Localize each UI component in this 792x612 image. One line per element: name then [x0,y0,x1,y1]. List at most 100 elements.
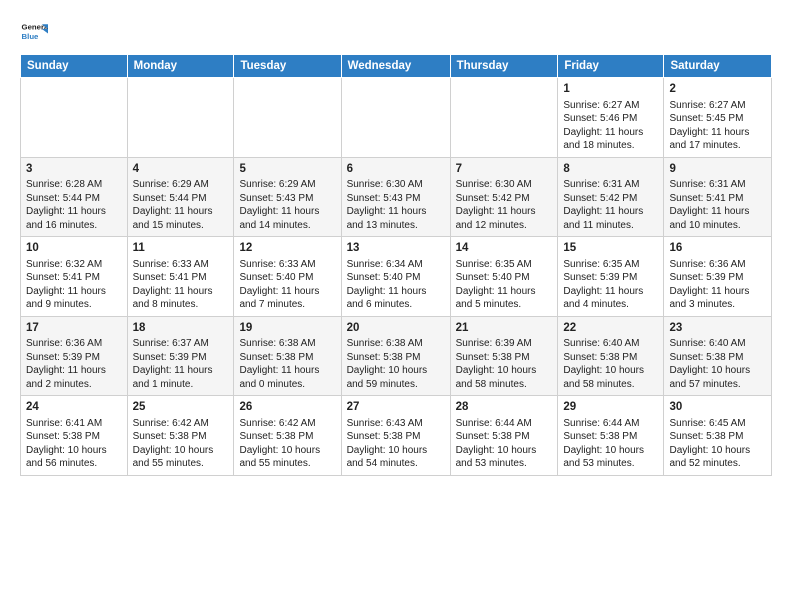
day-info: Sunrise: 6:36 AM Sunset: 5:39 PM Dayligh… [26,337,122,391]
day-info: Sunrise: 6:44 AM Sunset: 5:38 PM Dayligh… [563,417,658,471]
calendar-cell: 14Sunrise: 6:35 AM Sunset: 5:40 PM Dayli… [450,237,558,317]
svg-text:Blue: Blue [22,32,40,41]
day-number: 20 [347,321,445,337]
calendar-cell: 19Sunrise: 6:38 AM Sunset: 5:38 PM Dayli… [234,316,341,396]
day-number: 10 [26,241,122,257]
day-info: Sunrise: 6:33 AM Sunset: 5:40 PM Dayligh… [239,258,335,312]
day-number: 26 [239,400,335,416]
day-info: Sunrise: 6:42 AM Sunset: 5:38 PM Dayligh… [239,417,335,471]
dow-header: Monday [127,55,234,78]
calendar-cell [450,78,558,158]
calendar-cell: 26Sunrise: 6:42 AM Sunset: 5:38 PM Dayli… [234,396,341,476]
day-info: Sunrise: 6:27 AM Sunset: 5:46 PM Dayligh… [563,99,658,153]
day-number: 21 [456,321,553,337]
calendar-cell: 1Sunrise: 6:27 AM Sunset: 5:46 PM Daylig… [558,78,664,158]
day-number: 29 [563,400,658,416]
day-info: Sunrise: 6:34 AM Sunset: 5:40 PM Dayligh… [347,258,445,312]
calendar-cell: 25Sunrise: 6:42 AM Sunset: 5:38 PM Dayli… [127,396,234,476]
calendar-cell: 27Sunrise: 6:43 AM Sunset: 5:38 PM Dayli… [341,396,450,476]
day-number: 18 [133,321,229,337]
day-info: Sunrise: 6:29 AM Sunset: 5:44 PM Dayligh… [133,178,229,232]
calendar-cell: 2Sunrise: 6:27 AM Sunset: 5:45 PM Daylig… [664,78,772,158]
logo: General Blue [20,18,51,46]
day-number: 19 [239,321,335,337]
day-number: 17 [26,321,122,337]
day-info: Sunrise: 6:43 AM Sunset: 5:38 PM Dayligh… [347,417,445,471]
dow-header: Wednesday [341,55,450,78]
calendar-cell: 9Sunrise: 6:31 AM Sunset: 5:41 PM Daylig… [664,157,772,237]
day-info: Sunrise: 6:45 AM Sunset: 5:38 PM Dayligh… [669,417,766,471]
day-number: 6 [347,162,445,178]
calendar-cell: 22Sunrise: 6:40 AM Sunset: 5:38 PM Dayli… [558,316,664,396]
calendar-table: SundayMondayTuesdayWednesdayThursdayFrid… [20,54,772,476]
calendar-cell: 4Sunrise: 6:29 AM Sunset: 5:44 PM Daylig… [127,157,234,237]
dow-header: Tuesday [234,55,341,78]
day-number: 7 [456,162,553,178]
day-number: 23 [669,321,766,337]
day-number: 9 [669,162,766,178]
calendar-cell: 30Sunrise: 6:45 AM Sunset: 5:38 PM Dayli… [664,396,772,476]
day-info: Sunrise: 6:40 AM Sunset: 5:38 PM Dayligh… [669,337,766,391]
day-info: Sunrise: 6:30 AM Sunset: 5:42 PM Dayligh… [456,178,553,232]
dow-header: Thursday [450,55,558,78]
day-number: 11 [133,241,229,257]
calendar-week-row: 17Sunrise: 6:36 AM Sunset: 5:39 PM Dayli… [21,316,772,396]
day-number: 3 [26,162,122,178]
day-number: 15 [563,241,658,257]
page: General Blue SundayMondayTuesdayWednesda… [0,0,792,612]
calendar-cell [21,78,128,158]
day-info: Sunrise: 6:39 AM Sunset: 5:38 PM Dayligh… [456,337,553,391]
days-of-week-row: SundayMondayTuesdayWednesdayThursdayFrid… [21,55,772,78]
day-number: 4 [133,162,229,178]
day-info: Sunrise: 6:41 AM Sunset: 5:38 PM Dayligh… [26,417,122,471]
calendar-cell: 5Sunrise: 6:29 AM Sunset: 5:43 PM Daylig… [234,157,341,237]
day-number: 14 [456,241,553,257]
day-info: Sunrise: 6:31 AM Sunset: 5:42 PM Dayligh… [563,178,658,232]
day-number: 12 [239,241,335,257]
day-number: 24 [26,400,122,416]
header: General Blue [20,18,772,46]
calendar-cell: 18Sunrise: 6:37 AM Sunset: 5:39 PM Dayli… [127,316,234,396]
day-info: Sunrise: 6:35 AM Sunset: 5:40 PM Dayligh… [456,258,553,312]
calendar-cell: 13Sunrise: 6:34 AM Sunset: 5:40 PM Dayli… [341,237,450,317]
day-number: 13 [347,241,445,257]
day-info: Sunrise: 6:30 AM Sunset: 5:43 PM Dayligh… [347,178,445,232]
calendar-week-row: 24Sunrise: 6:41 AM Sunset: 5:38 PM Dayli… [21,396,772,476]
day-number: 1 [563,82,658,98]
calendar-week-row: 3Sunrise: 6:28 AM Sunset: 5:44 PM Daylig… [21,157,772,237]
day-number: 2 [669,82,766,98]
day-info: Sunrise: 6:32 AM Sunset: 5:41 PM Dayligh… [26,258,122,312]
day-info: Sunrise: 6:28 AM Sunset: 5:44 PM Dayligh… [26,178,122,232]
dow-header: Sunday [21,55,128,78]
calendar-cell: 23Sunrise: 6:40 AM Sunset: 5:38 PM Dayli… [664,316,772,396]
day-info: Sunrise: 6:35 AM Sunset: 5:39 PM Dayligh… [563,258,658,312]
day-number: 8 [563,162,658,178]
calendar-cell: 29Sunrise: 6:44 AM Sunset: 5:38 PM Dayli… [558,396,664,476]
day-info: Sunrise: 6:44 AM Sunset: 5:38 PM Dayligh… [456,417,553,471]
calendar-week-row: 1Sunrise: 6:27 AM Sunset: 5:46 PM Daylig… [21,78,772,158]
day-info: Sunrise: 6:38 AM Sunset: 5:38 PM Dayligh… [347,337,445,391]
calendar-cell: 3Sunrise: 6:28 AM Sunset: 5:44 PM Daylig… [21,157,128,237]
calendar-cell: 17Sunrise: 6:36 AM Sunset: 5:39 PM Dayli… [21,316,128,396]
day-info: Sunrise: 6:38 AM Sunset: 5:38 PM Dayligh… [239,337,335,391]
calendar-cell: 21Sunrise: 6:39 AM Sunset: 5:38 PM Dayli… [450,316,558,396]
calendar-week-row: 10Sunrise: 6:32 AM Sunset: 5:41 PM Dayli… [21,237,772,317]
calendar-cell: 10Sunrise: 6:32 AM Sunset: 5:41 PM Dayli… [21,237,128,317]
calendar-cell: 12Sunrise: 6:33 AM Sunset: 5:40 PM Dayli… [234,237,341,317]
day-info: Sunrise: 6:36 AM Sunset: 5:39 PM Dayligh… [669,258,766,312]
day-info: Sunrise: 6:40 AM Sunset: 5:38 PM Dayligh… [563,337,658,391]
calendar-cell: 7Sunrise: 6:30 AM Sunset: 5:42 PM Daylig… [450,157,558,237]
day-info: Sunrise: 6:31 AM Sunset: 5:41 PM Dayligh… [669,178,766,232]
calendar-cell: 8Sunrise: 6:31 AM Sunset: 5:42 PM Daylig… [558,157,664,237]
calendar-cell: 20Sunrise: 6:38 AM Sunset: 5:38 PM Dayli… [341,316,450,396]
day-number: 30 [669,400,766,416]
calendar-cell: 16Sunrise: 6:36 AM Sunset: 5:39 PM Dayli… [664,237,772,317]
day-number: 22 [563,321,658,337]
calendar-cell: 28Sunrise: 6:44 AM Sunset: 5:38 PM Dayli… [450,396,558,476]
dow-header: Saturday [664,55,772,78]
day-info: Sunrise: 6:42 AM Sunset: 5:38 PM Dayligh… [133,417,229,471]
day-info: Sunrise: 6:27 AM Sunset: 5:45 PM Dayligh… [669,99,766,153]
day-number: 27 [347,400,445,416]
day-number: 28 [456,400,553,416]
calendar-cell [127,78,234,158]
